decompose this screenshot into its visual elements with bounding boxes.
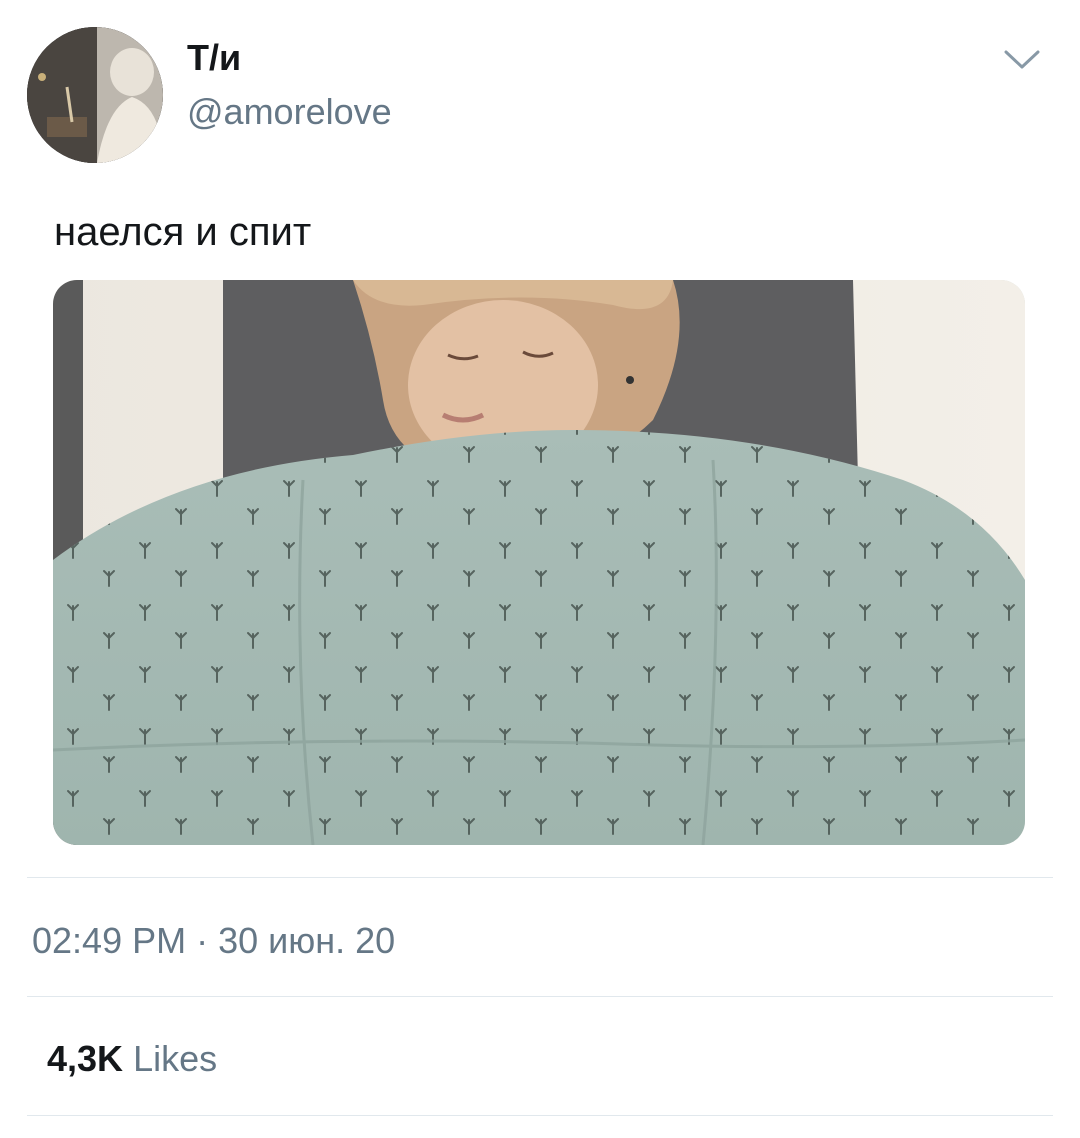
divider xyxy=(27,877,1053,878)
likes-count: 4,3K xyxy=(47,1038,124,1079)
tweet-timestamp[interactable]: 02:49 PM · 30 июн. 20 xyxy=(32,920,395,962)
tweet-card: Т/и @amorelove наелся и спит 02:49 PM · … xyxy=(0,0,1080,1138)
display-name[interactable]: Т/и xyxy=(187,38,241,78)
user-handle[interactable]: @amorelove xyxy=(187,92,392,132)
likes-stat[interactable]: 4,3K Likes xyxy=(47,1038,217,1080)
chevron-down-icon[interactable] xyxy=(1000,44,1044,74)
tweet-photo[interactable] xyxy=(53,280,1025,845)
likes-label: Likes xyxy=(133,1038,218,1079)
avatar[interactable] xyxy=(27,27,163,163)
divider xyxy=(27,1115,1053,1116)
photo-icon xyxy=(53,280,1025,845)
divider xyxy=(27,996,1053,997)
profile-photo-icon xyxy=(27,27,163,163)
tweet-text: наелся и спит xyxy=(54,210,312,254)
